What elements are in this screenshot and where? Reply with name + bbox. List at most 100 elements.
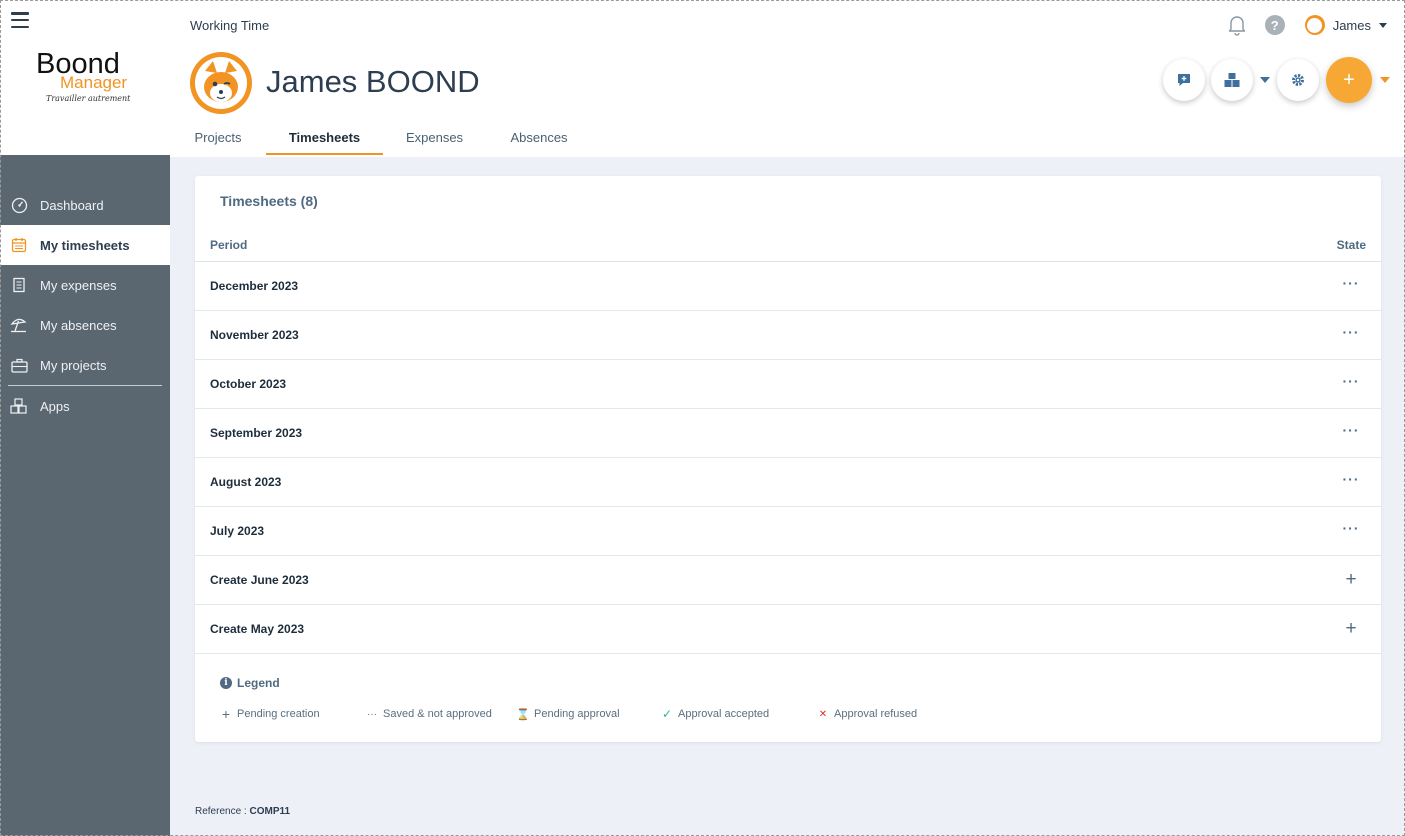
tab-timesheets[interactable]: Timesheets — [266, 118, 383, 157]
card-title: Timesheets (8) — [220, 193, 318, 209]
state-saved-dots-icon[interactable]: ··· — [1336, 521, 1366, 535]
fox-avatar-icon — [195, 57, 247, 109]
dashboard-gauge-icon — [10, 196, 28, 214]
state-saved-dots-icon[interactable]: ··· — [1336, 325, 1366, 339]
column-header-state[interactable]: State — [1337, 238, 1366, 252]
state-saved-dots-icon[interactable]: ··· — [1336, 472, 1366, 486]
state-saved-dots-icon[interactable]: ··· — [1336, 423, 1366, 437]
user-name-title: James BOOND — [266, 64, 480, 99]
row-period: Create May 2023 — [210, 622, 305, 636]
sidebar-item-my-projects[interactable]: My projects — [0, 345, 170, 385]
table-row[interactable]: September 2023 ··· — [195, 409, 1381, 458]
section-title: Working Time — [190, 18, 270, 33]
tab-bar: Projects Timesheets Expenses Absences — [170, 118, 592, 157]
column-header-period[interactable]: Period — [210, 238, 247, 252]
table-row[interactable]: December 2023 ··· — [195, 262, 1381, 311]
plus-icon: + — [221, 706, 231, 722]
beach-umbrella-icon — [10, 316, 28, 334]
sidebar-item-label: My absences — [40, 317, 117, 333]
legend-label: Approval refused — [834, 708, 918, 720]
logo-sub: Manager — [60, 73, 128, 92]
row-period: December 2023 — [210, 279, 299, 293]
reference-value: COMP11 — [249, 806, 291, 817]
sidebar-item-my-timesheets[interactable]: My timesheets — [0, 225, 170, 265]
briefcase-icon — [10, 356, 28, 374]
row-period: July 2023 — [210, 524, 265, 538]
header-actions: + — [1163, 57, 1390, 103]
dots-icon: ··· — [367, 708, 377, 720]
table-row[interactable]: Create May 2023 + — [195, 605, 1381, 654]
legend-item-saved-not-approved: ··· Saved & not approved — [366, 706, 517, 722]
legend-label: Pending approval — [534, 708, 620, 720]
legend-label: Saved & not approved — [383, 708, 492, 720]
add-dropdown-caret-icon[interactable] — [1380, 77, 1390, 83]
user-avatar-small — [1304, 15, 1325, 35]
sidebar-item-my-expenses[interactable]: My expenses — [0, 265, 170, 305]
apps-dropdown-caret-icon[interactable] — [1260, 77, 1270, 83]
tab-projects[interactable]: Projects — [170, 118, 266, 157]
legend-item-pending-approval: ⌛ Pending approval — [516, 706, 661, 722]
sidebar-item-dashboard[interactable]: Dashboard — [0, 185, 170, 225]
sidebar-item-my-absences[interactable]: My absences — [0, 305, 170, 345]
top-right-tools: ? James — [1227, 14, 1387, 36]
legend-item-pending-creation: + Pending creation — [220, 706, 366, 722]
receipt-icon — [10, 276, 28, 294]
page-header: Working Time James BOOND Projects Timesh… — [170, 0, 1405, 157]
state-create-plus-icon[interactable]: + — [1336, 618, 1366, 640]
apps-button[interactable] — [1211, 59, 1253, 101]
row-period: August 2023 — [210, 475, 282, 489]
legend-item-approval-accepted: ✓ Approval accepted — [661, 706, 817, 722]
sidebar-item-label: Dashboard — [40, 197, 104, 213]
state-saved-dots-icon[interactable]: ··· — [1336, 374, 1366, 388]
tab-absences[interactable]: Absences — [486, 118, 592, 157]
table-row[interactable]: October 2023 ··· — [195, 360, 1381, 409]
logo-area: Boond Manager Travailler autrement — [0, 0, 170, 155]
settings-button[interactable] — [1277, 59, 1319, 101]
hourglass-icon: ⌛ — [516, 708, 530, 721]
row-period: Create June 2023 — [210, 573, 309, 587]
legend-item-approval-refused: ✕ Approval refused — [817, 706, 917, 722]
sidebar-nav: Dashboard My timesheets My expenses My a… — [0, 185, 170, 426]
row-period: November 2023 — [210, 328, 299, 342]
timesheet-rows: December 2023 ··· November 2023 ··· Octo… — [195, 262, 1381, 654]
user-menu-name: James — [1332, 17, 1371, 33]
calendar-icon — [10, 236, 28, 254]
chevron-down-icon — [1379, 22, 1387, 28]
legend-title-text: Legend — [237, 676, 280, 690]
sidebar: Boond Manager Travailler autrement Dashb… — [0, 0, 170, 836]
tab-expenses[interactable]: Expenses — [383, 118, 486, 157]
sidebar-item-label: My expenses — [40, 277, 117, 293]
help-icon[interactable]: ? — [1264, 15, 1285, 35]
notifications-bell-icon[interactable] — [1227, 14, 1247, 36]
logo-tagline: Travailler autrement — [46, 94, 131, 103]
sidebar-item-label: Apps — [40, 398, 70, 414]
boxes-icon — [10, 397, 28, 415]
state-saved-dots-icon[interactable]: ··· — [1336, 276, 1366, 290]
cross-icon: ✕ — [818, 708, 828, 720]
add-button[interactable]: + — [1326, 57, 1372, 103]
legend-title: i Legend — [220, 676, 280, 690]
reference-label: Reference : — [195, 806, 247, 817]
legend-items: + Pending creation ··· Saved & not appro… — [220, 706, 917, 722]
check-icon: ✓ — [661, 707, 673, 721]
sidebar-item-label: My projects — [40, 357, 107, 373]
table-row[interactable]: August 2023 ··· — [195, 458, 1381, 507]
comment-button[interactable] — [1163, 59, 1205, 101]
table-row[interactable]: November 2023 ··· — [195, 311, 1381, 360]
boond-manager-logo[interactable]: Boond Manager Travailler autrement — [36, 48, 146, 108]
state-create-plus-icon[interactable]: + — [1336, 569, 1366, 591]
legend-label: Approval accepted — [678, 708, 770, 720]
sidebar-item-apps[interactable]: Apps — [0, 386, 170, 426]
timesheets-card: Timesheets (8) Period State December 202… — [195, 176, 1381, 742]
row-period: September 2023 — [210, 426, 303, 440]
hamburger-menu-icon[interactable] — [11, 12, 29, 28]
user-menu[interactable]: James — [1304, 15, 1387, 35]
user-avatar — [190, 52, 252, 114]
legend: i Legend + Pending creation ··· Saved & … — [220, 676, 917, 722]
row-period: October 2023 — [210, 377, 287, 391]
table-row[interactable]: July 2023 ··· — [195, 507, 1381, 556]
legend-label: Pending creation — [237, 708, 320, 720]
table-row[interactable]: Create June 2023 + — [195, 556, 1381, 605]
footer-reference: Reference : COMP11 — [195, 806, 290, 817]
plus-icon: + — [1343, 69, 1355, 91]
